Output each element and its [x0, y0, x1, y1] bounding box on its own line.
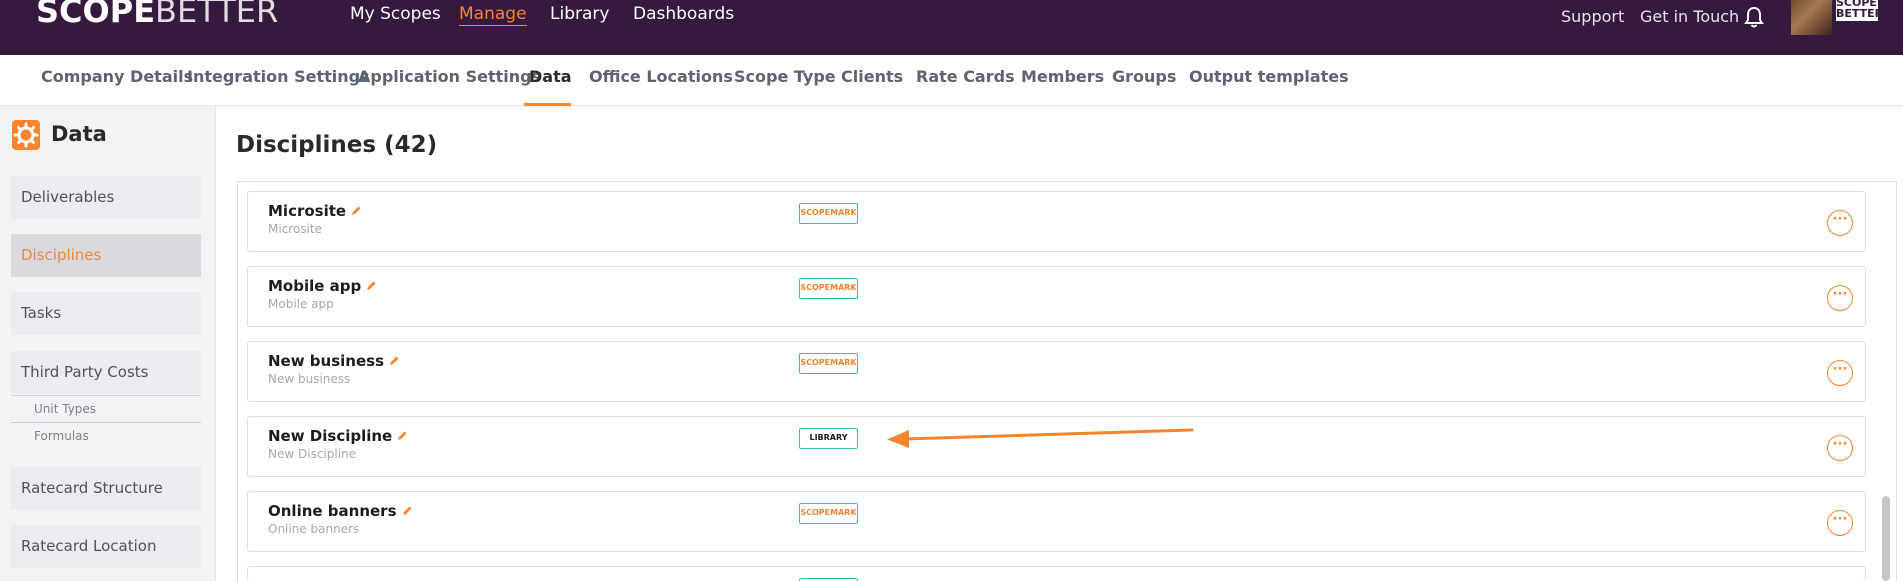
tab-rate-cards[interactable]: Rate Cards	[916, 67, 1015, 86]
discipline-name: New business	[268, 352, 400, 370]
active-tab-indicator	[524, 103, 571, 106]
nav-my-scopes[interactable]: My Scopes	[350, 4, 441, 24]
logo-light-text: BETTER	[155, 0, 279, 30]
more-options-icon[interactable]: ···	[1827, 210, 1853, 236]
sidebar-subitem-formulas[interactable]: Formulas	[34, 429, 89, 443]
logo-bold-text: SCOPE	[36, 0, 156, 30]
sidebar-item-disciplines[interactable]: Disciplines	[11, 234, 201, 277]
source-tag: SCOPEMARK	[799, 203, 858, 224]
pencil-icon[interactable]	[388, 353, 400, 365]
support-link[interactable]: Support	[1561, 7, 1624, 26]
pencil-icon[interactable]	[365, 278, 377, 290]
discipline-description: New Discipline	[268, 447, 357, 461]
sidebar-divider	[11, 422, 201, 423]
top-navigation-bar: SCOPEBETTER My Scopes Manage Library Das…	[0, 0, 1903, 55]
discipline-name: New Discipline	[268, 427, 408, 445]
nav-dashboards[interactable]: Dashboards	[633, 4, 734, 24]
sidebar-item-third-party-costs[interactable]: Third Party Costs	[11, 351, 201, 394]
company-logo-thumbnail: SCOPE BETTER	[1836, 0, 1878, 21]
sidebar-item-ratecard-location[interactable]: Ratecard Location	[11, 525, 201, 568]
more-options-icon[interactable]: ···	[1827, 285, 1853, 311]
discipline-description: Mobile app	[268, 297, 334, 311]
list-item[interactable]: Online banners Online banners SCOPEMARK …	[247, 491, 1866, 552]
gear-icon	[12, 120, 40, 150]
discipline-name: Microsite	[268, 202, 362, 220]
tab-data[interactable]: Data	[529, 67, 572, 86]
tab-members[interactable]: Members	[1021, 67, 1104, 86]
more-options-icon[interactable]: ···	[1827, 510, 1853, 536]
more-options-icon[interactable]: ···	[1827, 435, 1853, 461]
source-tag: LIBRARY	[799, 428, 858, 449]
arrow-annotation-icon	[885, 424, 1195, 458]
list-item[interactable]: Mobile app Mobile app SCOPEMARK ···	[247, 266, 1866, 327]
pencil-icon[interactable]	[396, 428, 408, 440]
discipline-description: Online banners	[268, 522, 360, 536]
tab-clients[interactable]: Clients	[841, 67, 903, 86]
vertical-scrollbar[interactable]	[1882, 496, 1890, 581]
discipline-description: Microsite	[268, 222, 322, 236]
sidebar-subitem-unit-types[interactable]: Unit Types	[34, 402, 96, 416]
discipline-name: Online banners	[268, 502, 413, 520]
sidebar-item-tasks[interactable]: Tasks	[11, 292, 201, 335]
page-title: Disciplines (42)	[236, 132, 438, 158]
pencil-icon[interactable]	[401, 503, 413, 515]
tab-application-settings[interactable]: Application Settings	[358, 67, 541, 86]
pencil-icon[interactable]	[350, 203, 362, 215]
tab-scope-type[interactable]: Scope Type	[734, 67, 836, 86]
tab-groups[interactable]: Groups	[1112, 67, 1176, 86]
user-avatar[interactable]	[1791, 0, 1832, 35]
list-item[interactable]: Microsite Microsite SCOPEMARK ···	[247, 191, 1866, 252]
sidebar-title: Data	[51, 122, 107, 146]
nav-library[interactable]: Library	[550, 4, 609, 24]
scopebetter-logo[interactable]: SCOPEBETTER	[36, 0, 278, 30]
get-in-touch-link[interactable]: Get in Touch	[1640, 7, 1739, 26]
list-item[interactable]	[247, 566, 1866, 581]
bell-icon[interactable]	[1744, 6, 1764, 28]
tab-output-templates[interactable]: Output templates	[1189, 67, 1349, 86]
discipline-name-text: New business	[268, 352, 385, 370]
nav-manage[interactable]: Manage	[459, 4, 527, 26]
tab-company-details[interactable]: Company Details	[41, 67, 193, 86]
tab-office-locations[interactable]: Office Locations	[589, 67, 733, 86]
discipline-name: Mobile app	[268, 277, 377, 295]
discipline-description: New business	[268, 372, 351, 386]
source-tag: SCOPEMARK	[799, 353, 858, 374]
discipline-name-text: Online banners	[268, 502, 397, 520]
more-options-icon[interactable]: ···	[1827, 360, 1853, 386]
discipline-name-text: Mobile app	[268, 277, 362, 295]
tab-integration-settings[interactable]: Integration Settings	[187, 67, 370, 86]
discipline-name-text: Microsite	[268, 202, 347, 220]
manage-subnavigation: Company Details Integration Settings App…	[0, 55, 1903, 106]
source-tag: SCOPEMARK	[799, 503, 858, 524]
discipline-name-text: New Discipline	[268, 427, 393, 445]
sidebar-item-ratecard-structure[interactable]: Ratecard Structure	[11, 467, 201, 510]
source-tag: SCOPEMARK	[799, 278, 858, 299]
sidebar-divider	[11, 395, 201, 396]
sidebar-item-deliverables[interactable]: Deliverables	[11, 176, 201, 219]
list-item[interactable]: New business New business SCOPEMARK ···	[247, 341, 1866, 402]
